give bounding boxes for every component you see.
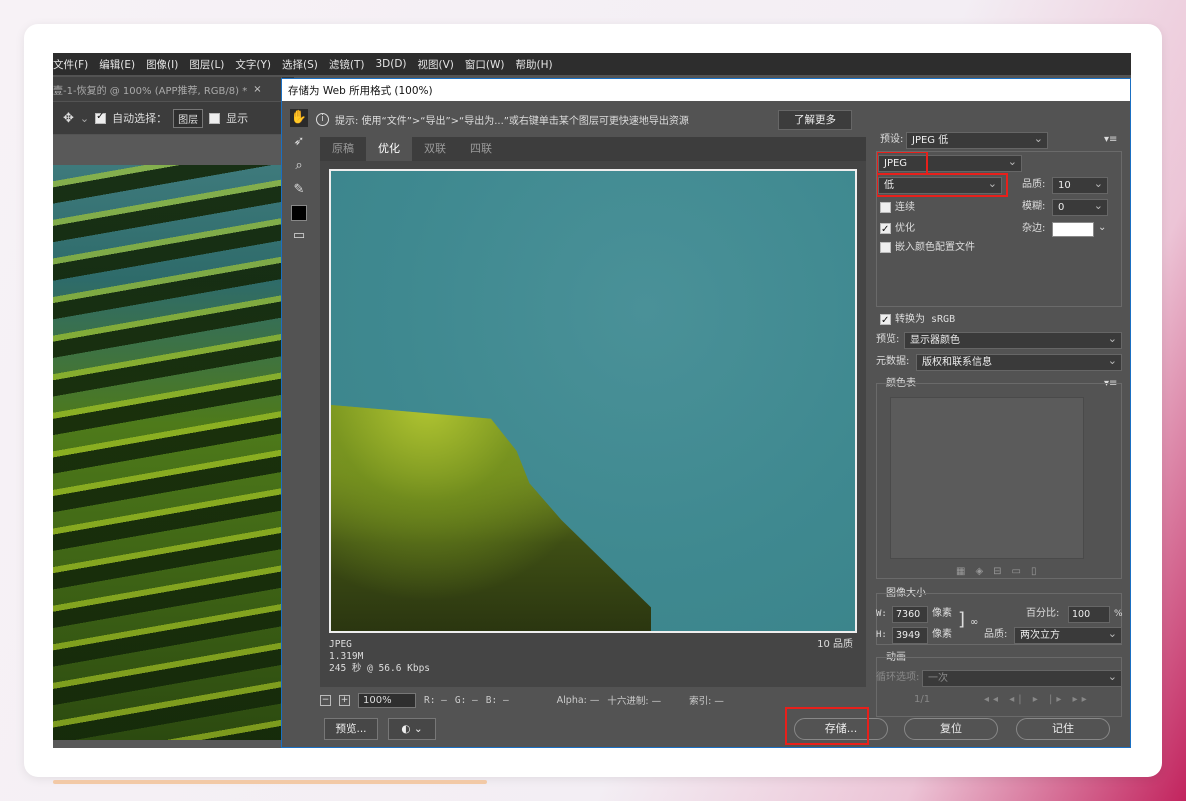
metadata-dropdown[interactable]: 版权和联系信息 [916,353,1122,371]
preview-download-time: 245 秒 @ 56.6 Kbps [329,663,431,674]
menu-type[interactable]: 文字(Y) [235,57,271,72]
convert-srgb-label: 转换为 sRGB [895,314,956,325]
show-transform-checkbox[interactable] [209,112,221,124]
menu-bar: 文件(F) 编辑(E) 图像(I) 图层(L) 文字(Y) 选择(S) 滤镜(T… [53,53,1131,75]
color-table-icons[interactable]: ▦◈⊟▭▯ [956,563,1046,581]
menu-window[interactable]: 窗口(W) [465,57,505,72]
format-options-group [876,151,1122,307]
accent-bar [53,780,487,784]
document-tab[interactable]: 壹-1-恢复的 @ 100% (APP推荐, RGB/8) * × [53,77,281,101]
zoom-out-icon[interactable]: − [320,694,331,706]
toggle-slices-icon[interactable]: ▭ [290,227,308,245]
height-label: H: [876,630,887,640]
preview-info: JPEG 1.319M 245 秒 @ 56.6 Kbps 10 品质 [329,639,857,683]
dialog-title: 存储为 Web 所用格式 (100%) [282,79,1130,101]
color-table-swatches [890,397,1084,559]
resample-label: 品质: [984,629,1008,640]
animation-controls[interactable]: ◂◂ ◂| ▸ |▸ ▸▸ [984,691,1091,709]
menu-layer[interactable]: 图层(L) [189,57,224,72]
slice-select-tool-icon[interactable]: ➶ [290,133,308,151]
menu-edit[interactable]: 编辑(E) [99,57,135,72]
preview-format: JPEG [329,639,352,650]
tab-2-up[interactable]: 双联 [412,137,458,161]
blue-readout: B: — [485,694,509,706]
learn-more-button[interactable]: 了解更多 [778,110,852,130]
eyedropper-color-swatch[interactable] [291,205,307,221]
frame-counter: 1/1 [914,694,931,705]
link-icon[interactable]: ] [958,611,965,629]
red-readout: R: — [424,694,447,706]
menu-view[interactable]: 视图(V) [418,57,454,72]
height-unit: 像素 [932,629,952,640]
status-bar: − + 100% R: — G: — B: — Alpha: — 十六进制: —… [320,691,866,709]
move-tool-icon[interactable]: ✥ [63,111,74,126]
resample-dropdown[interactable]: 两次立方 [1014,626,1122,644]
menu-help[interactable]: 帮助(H) [516,57,553,72]
document-image [53,165,281,740]
percent-input[interactable]: 100 [1068,606,1110,623]
eyedropper-tool-icon[interactable]: ✎ [290,181,308,199]
metadata-label: 元数据: [876,356,910,367]
chain-icon[interactable]: ∞ [970,614,978,632]
preset-label: 预设: [880,134,904,145]
panel-menu-icon[interactable]: ▾≡ [1104,131,1117,149]
show-label: 显示 [226,112,249,125]
browser-preview-button[interactable]: ◐ ⌄ [388,718,436,740]
width-label: W: [876,609,887,619]
optimized-preview-image[interactable] [329,169,857,633]
tab-optimized[interactable]: 优化 [366,137,412,161]
auto-select-label: 自动选择： [112,112,168,125]
height-input[interactable]: 3949 [892,627,928,644]
menu-file[interactable]: 文件(F) [53,57,88,72]
percent-unit: % [1114,609,1123,619]
options-bar: ✥ ⌄ 自动选择： 图层 显示 [53,102,281,134]
view-tabs: 原稿 优化 双联 四联 [320,137,866,161]
preview-hill-shape [331,405,651,631]
save-for-web-dialog: 存储为 Web 所用格式 (100%) ✋ ➶ ⌕ ✎ ▭ i 提示: 使用“文… [281,78,1131,748]
green-readout: G: — [454,694,478,706]
percent-label: 百分比: [1026,608,1060,619]
preview-file-size: 1.319M [329,651,364,662]
convert-srgb-checkbox[interactable] [880,312,891,330]
auto-select-checkbox[interactable] [95,111,107,124]
preview-mode-label: 预览: [876,334,900,345]
zoom-in-icon[interactable]: + [339,694,350,706]
document-tab-title: 壹-1-恢复的 @ 100% (APP推荐, RGB/8) * [53,85,248,97]
close-icon[interactable]: × [253,84,261,95]
index-readout: 索引: — [689,696,724,707]
width-input[interactable]: 7360 [892,606,928,623]
menu-filter[interactable]: 滤镜(T) [329,57,365,72]
hex-readout: 十六进制: — [607,696,662,707]
menu-select[interactable]: 选择(S) [282,57,318,72]
alpha-readout: Alpha: — [556,694,600,706]
info-icon: i [316,112,329,126]
chevron-down-icon[interactable]: ⌄ [80,112,89,125]
zoom-level-dropdown[interactable]: 100% [358,692,416,708]
tip-bar: i 提示: 使用“文件”>“导出”>“导出为...”或右键单击某个图层可更快速地… [316,109,856,129]
loop-label: 循环选项: [876,672,920,683]
settings-panel: 预设: JPEG 低 ▾≡ JPEG 低 品质: 10 连续 模糊: 0 优化 … [872,131,1128,743]
menu-3d[interactable]: 3D(D) [375,58,406,70]
preview-mode-dropdown[interactable]: 显示器颜色 [904,331,1122,349]
menu-image[interactable]: 图像(I) [146,57,178,72]
width-unit: 像素 [932,608,952,619]
preview-button[interactable]: 预览... [324,718,378,740]
zoom-tool-icon[interactable]: ⌕ [290,157,308,175]
convert-srgb-option[interactable]: 转换为 sRGB [880,311,956,330]
preview-quality: 10 品质 [817,639,853,650]
tab-original[interactable]: 原稿 [320,137,366,161]
preview-viewport: JPEG 1.319M 245 秒 @ 56.6 Kbps 10 品质 [320,161,866,687]
hand-tool-icon[interactable]: ✋ [290,109,308,127]
preset-dropdown[interactable]: JPEG 低 [906,131,1048,149]
dialog-toolbox: ✋ ➶ ⌕ ✎ ▭ [288,109,310,309]
loop-dropdown[interactable]: 一次 [922,669,1122,687]
tab-4-up[interactable]: 四联 [458,137,504,161]
auto-select-dropdown[interactable]: 图层 [173,108,204,128]
tip-text: 提示: 使用“文件”>“导出”>“导出为...”或右键单击某个图层可更快速地导出… [335,115,689,127]
photoshop-window: 文件(F) 编辑(E) 图像(I) 图层(L) 文字(Y) 选择(S) 滤镜(T… [53,53,1131,748]
